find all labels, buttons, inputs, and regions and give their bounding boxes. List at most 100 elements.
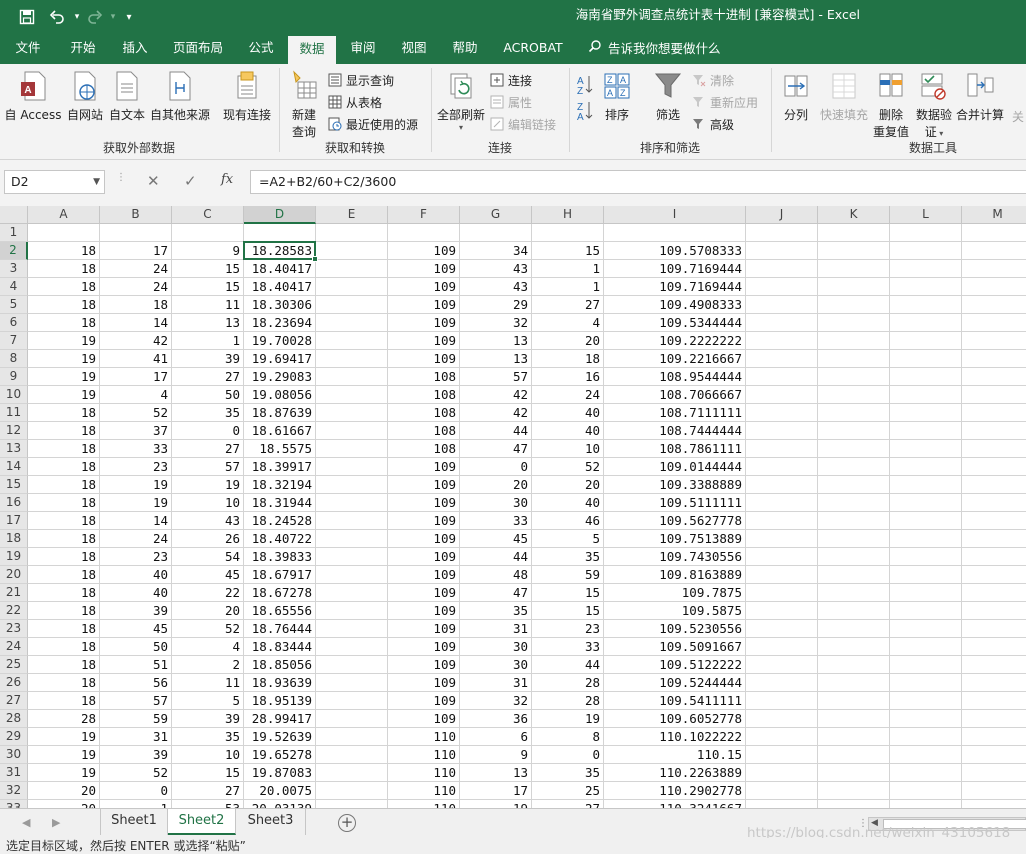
cell-a22[interactable]: 18 <box>28 602 100 620</box>
cell-k16[interactable] <box>818 494 890 512</box>
cell-d19[interactable]: 18.39833 <box>244 548 316 566</box>
cell-h16[interactable]: 40 <box>532 494 604 512</box>
cell-m23[interactable] <box>962 620 1026 638</box>
row-header[interactable]: 7 <box>0 332 28 350</box>
cell-g17[interactable]: 33 <box>460 512 532 530</box>
cell-d23[interactable]: 18.76444 <box>244 620 316 638</box>
cell-a19[interactable]: 18 <box>28 548 100 566</box>
cell-b25[interactable]: 51 <box>100 656 172 674</box>
tab-acrobat[interactable]: ACROBAT <box>496 34 570 64</box>
cell-a30[interactable]: 19 <box>28 746 100 764</box>
cell-j8[interactable] <box>746 350 818 368</box>
column-header-e[interactable]: E <box>316 206 388 224</box>
cell-i30[interactable]: 110.15 <box>604 746 746 764</box>
cell-c27[interactable]: 5 <box>172 692 244 710</box>
cell-f4[interactable]: 109 <box>388 278 460 296</box>
cell-m13[interactable] <box>962 440 1026 458</box>
properties-button[interactable]: 属性 <box>490 92 532 112</box>
cell-i5[interactable]: 109.4908333 <box>604 296 746 314</box>
row-header[interactable]: 23 <box>0 620 28 638</box>
cell-m17[interactable] <box>962 512 1026 530</box>
cell-i1[interactable] <box>604 224 746 242</box>
select-all-corner[interactable] <box>0 206 28 224</box>
cell-a26[interactable]: 18 <box>28 674 100 692</box>
row-header[interactable]: 16 <box>0 494 28 512</box>
sort-button[interactable]: ZAAZ 排序 <box>601 70 633 123</box>
cell-c13[interactable]: 27 <box>172 440 244 458</box>
cell-f33[interactable]: 110 <box>388 800 460 808</box>
cell-j3[interactable] <box>746 260 818 278</box>
cell-i28[interactable]: 109.6052778 <box>604 710 746 728</box>
cell-j5[interactable] <box>746 296 818 314</box>
cell-i27[interactable]: 109.5411111 <box>604 692 746 710</box>
cell-j20[interactable] <box>746 566 818 584</box>
column-header-l[interactable]: L <box>890 206 962 224</box>
cell-k23[interactable] <box>818 620 890 638</box>
cell-g9[interactable]: 57 <box>460 368 532 386</box>
cell-c5[interactable]: 11 <box>172 296 244 314</box>
row-header[interactable]: 10 <box>0 386 28 404</box>
cell-e26[interactable] <box>316 674 388 692</box>
column-header-h[interactable]: H <box>532 206 604 224</box>
cell-b22[interactable]: 39 <box>100 602 172 620</box>
cell-i21[interactable]: 109.7875 <box>604 584 746 602</box>
tab-home[interactable]: 开始 <box>60 34 106 64</box>
cell-a15[interactable]: 18 <box>28 476 100 494</box>
cell-e5[interactable] <box>316 296 388 314</box>
tab-help[interactable]: 帮助 <box>442 34 488 64</box>
cell-l23[interactable] <box>890 620 962 638</box>
cell-b33[interactable]: 1 <box>100 800 172 808</box>
row-header[interactable]: 22 <box>0 602 28 620</box>
cell-g32[interactable]: 17 <box>460 782 532 800</box>
cell-b13[interactable]: 33 <box>100 440 172 458</box>
cell-b20[interactable]: 40 <box>100 566 172 584</box>
row-header[interactable]: 17 <box>0 512 28 530</box>
cell-h33[interactable]: 27 <box>532 800 604 808</box>
cell-a1[interactable] <box>28 224 100 242</box>
cell-j17[interactable] <box>746 512 818 530</box>
cell-e15[interactable] <box>316 476 388 494</box>
cell-c6[interactable]: 13 <box>172 314 244 332</box>
cell-b17[interactable]: 14 <box>100 512 172 530</box>
cell-g7[interactable]: 13 <box>460 332 532 350</box>
cell-a7[interactable]: 19 <box>28 332 100 350</box>
cell-h27[interactable]: 28 <box>532 692 604 710</box>
cell-b7[interactable]: 42 <box>100 332 172 350</box>
cell-f21[interactable]: 109 <box>388 584 460 602</box>
cell-l12[interactable] <box>890 422 962 440</box>
cell-d18[interactable]: 18.40722 <box>244 530 316 548</box>
cell-i7[interactable]: 109.2222222 <box>604 332 746 350</box>
cell-c18[interactable]: 26 <box>172 530 244 548</box>
cell-e3[interactable] <box>316 260 388 278</box>
cell-h20[interactable]: 59 <box>532 566 604 584</box>
cell-h32[interactable]: 25 <box>532 782 604 800</box>
cell-e30[interactable] <box>316 746 388 764</box>
cell-l4[interactable] <box>890 278 962 296</box>
cell-i25[interactable]: 109.5122222 <box>604 656 746 674</box>
cell-e1[interactable] <box>316 224 388 242</box>
cell-e28[interactable] <box>316 710 388 728</box>
cell-d17[interactable]: 18.24528 <box>244 512 316 530</box>
row-header[interactable]: 11 <box>0 404 28 422</box>
cell-a29[interactable]: 19 <box>28 728 100 746</box>
cell-j6[interactable] <box>746 314 818 332</box>
cell-b12[interactable]: 37 <box>100 422 172 440</box>
cell-i19[interactable]: 109.7430556 <box>604 548 746 566</box>
from-table-button[interactable]: 从表格 <box>328 92 382 112</box>
cell-h13[interactable]: 10 <box>532 440 604 458</box>
remove-duplicates-button[interactable]: 删除 重复值 <box>872 70 910 140</box>
cell-k25[interactable] <box>818 656 890 674</box>
cell-j1[interactable] <box>746 224 818 242</box>
cell-b24[interactable]: 50 <box>100 638 172 656</box>
cell-c11[interactable]: 35 <box>172 404 244 422</box>
cell-e4[interactable] <box>316 278 388 296</box>
cell-c28[interactable]: 39 <box>172 710 244 728</box>
cell-f32[interactable]: 110 <box>388 782 460 800</box>
cell-h25[interactable]: 44 <box>532 656 604 674</box>
cell-l29[interactable] <box>890 728 962 746</box>
cell-l17[interactable] <box>890 512 962 530</box>
cell-i9[interactable]: 108.9544444 <box>604 368 746 386</box>
cell-l18[interactable] <box>890 530 962 548</box>
cell-i11[interactable]: 108.7111111 <box>604 404 746 422</box>
cell-d15[interactable]: 18.32194 <box>244 476 316 494</box>
